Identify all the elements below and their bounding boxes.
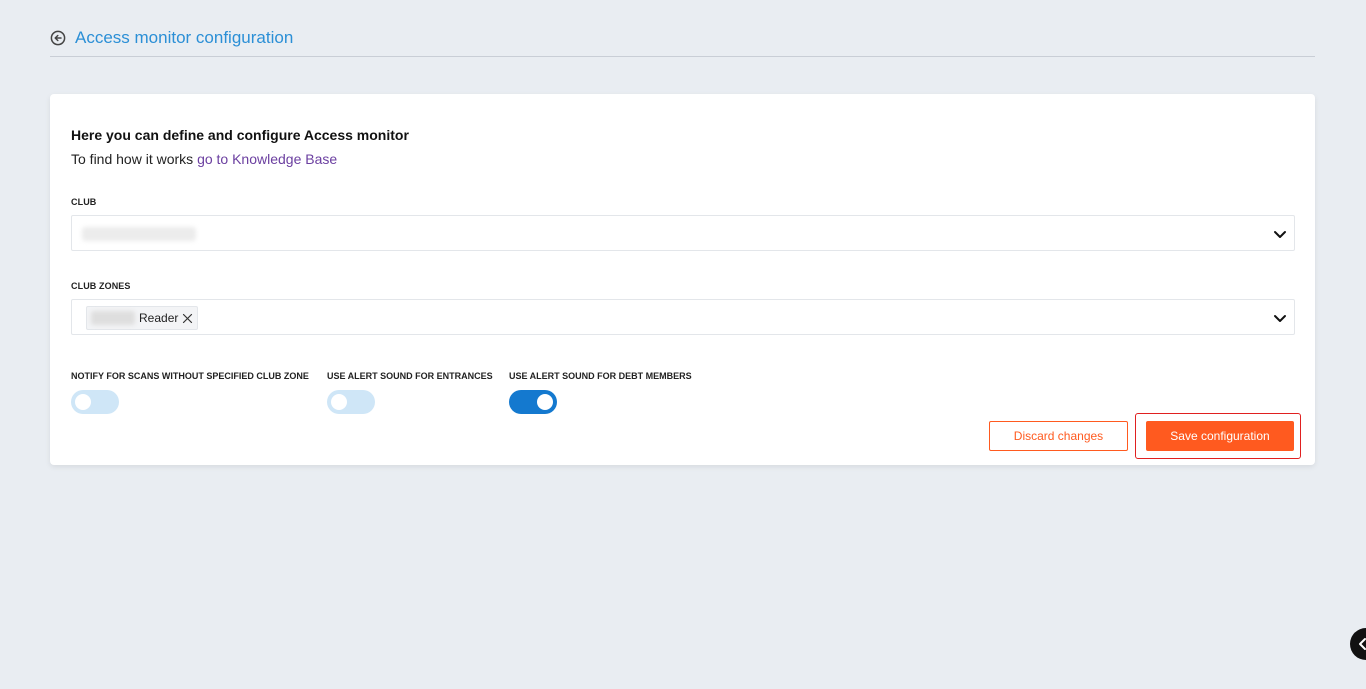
collapse-panel-button[interactable] xyxy=(1350,628,1366,660)
intro-prefix: To find how it works xyxy=(71,151,198,167)
toggle-knob xyxy=(331,394,347,410)
knowledge-base-link[interactable]: go to Knowledge Base xyxy=(197,151,337,167)
close-icon[interactable] xyxy=(182,313,193,324)
intro-text: To find how it works go to Knowledge Bas… xyxy=(71,151,337,167)
page-header: Access monitor configuration xyxy=(50,26,1315,57)
notify-scans-toggle[interactable] xyxy=(71,390,119,414)
club-select[interactable] xyxy=(71,215,1295,251)
config-card: Here you can define and configure Access… xyxy=(50,94,1315,465)
save-configuration-button[interactable]: Save configuration xyxy=(1146,421,1294,451)
notify-scans-label: NOTIFY FOR SCANS WITHOUT SPECIFIED CLUB … xyxy=(71,371,309,381)
alert-debt-toggle[interactable] xyxy=(509,390,557,414)
chevron-down-icon[interactable] xyxy=(1272,310,1288,326)
discard-changes-button[interactable]: Discard changes xyxy=(989,421,1128,451)
chevron-left-icon xyxy=(1359,638,1366,650)
chevron-down-icon[interactable] xyxy=(1272,226,1288,242)
alert-debt-label: USE ALERT SOUND FOR DEBT MEMBERS xyxy=(509,371,692,381)
toggle-knob xyxy=(75,394,91,410)
club-zones-label: CLUB ZONES xyxy=(71,281,131,291)
chip-prefix-redacted xyxy=(91,311,135,325)
toggle-knob xyxy=(537,394,553,410)
intro-heading: Here you can define and configure Access… xyxy=(71,127,409,143)
back-arrow-circle-icon[interactable] xyxy=(50,30,66,46)
alert-entrances-toggle[interactable] xyxy=(327,390,375,414)
page-title: Access monitor configuration xyxy=(75,28,294,47)
club-zones-select[interactable]: Reader xyxy=(71,299,1295,335)
zone-chip: Reader xyxy=(86,306,199,330)
zone-chip-label: Reader xyxy=(139,311,179,325)
club-value-redacted xyxy=(82,227,196,241)
club-label: CLUB xyxy=(71,197,97,207)
alert-entrances-label: USE ALERT SOUND FOR ENTRANCES xyxy=(327,371,493,381)
